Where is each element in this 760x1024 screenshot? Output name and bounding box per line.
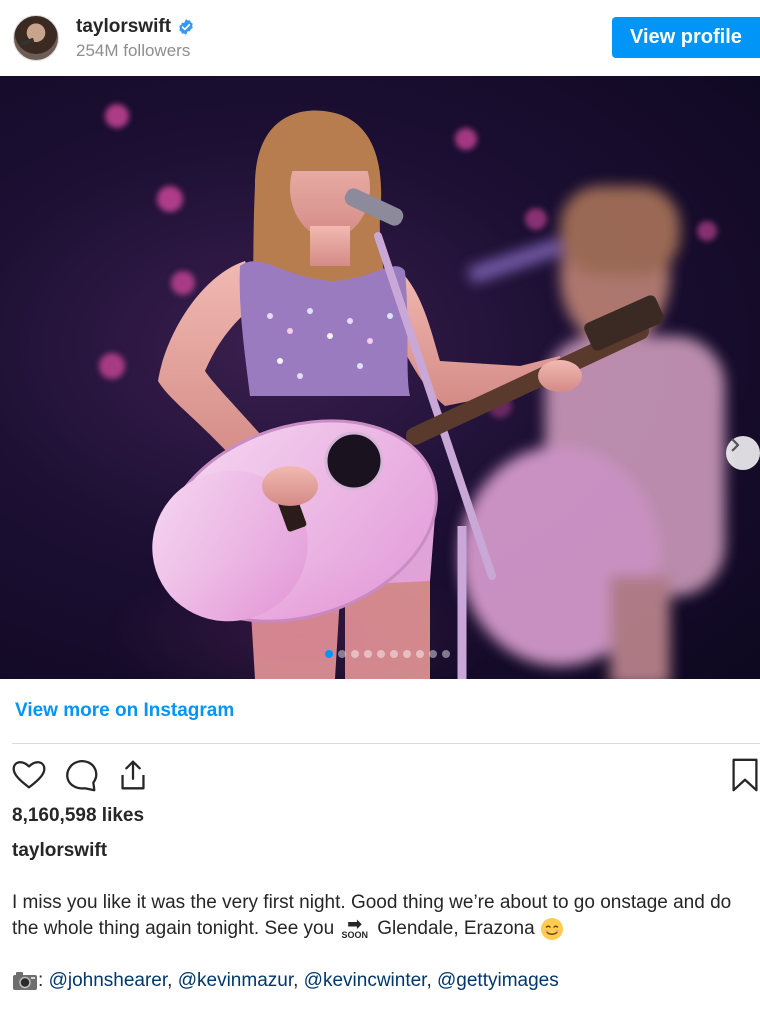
comment-icon[interactable] xyxy=(62,756,100,794)
mention-link[interactable]: @kevinmazur xyxy=(178,970,293,991)
carousel-dot xyxy=(403,650,411,658)
view-profile-button[interactable]: View profile xyxy=(612,17,760,58)
arrow-right-icon: ➡ xyxy=(347,914,363,935)
action-bar xyxy=(0,752,760,796)
view-more-link[interactable]: View more on Instagram xyxy=(15,700,234,722)
concert-photo-illustration xyxy=(99,104,725,679)
carousel-dot xyxy=(442,650,450,658)
camera-icon xyxy=(13,971,37,990)
bookmark-icon[interactable] xyxy=(726,756,760,794)
caption-part-2: Glendale, Erazona xyxy=(377,918,535,939)
carousel-dot xyxy=(364,650,372,658)
carousel-dot xyxy=(351,650,359,658)
username-row: taylorswift xyxy=(76,16,195,38)
carousel-indicator xyxy=(325,650,450,658)
post-photo[interactable] xyxy=(0,76,760,679)
follower-count: 254M followers xyxy=(76,41,191,60)
smiling-face-icon xyxy=(540,917,563,940)
username[interactable]: taylorswift xyxy=(76,16,171,38)
mention-link[interactable]: @kevincwinter xyxy=(304,970,427,991)
carousel-next-button[interactable] xyxy=(726,436,760,470)
share-icon[interactable] xyxy=(114,756,152,794)
soon-label: SOON xyxy=(341,930,368,941)
soon-arrow-emoji: ➡ SOON xyxy=(341,914,368,941)
credits-prefix: : xyxy=(38,970,49,991)
photo-credits: : @johnshearer, @kevinmazur, @kevincwint… xyxy=(12,968,752,994)
avatar-microphone-shape xyxy=(19,37,35,47)
carousel-dot xyxy=(325,650,333,658)
caption-username[interactable]: taylorswift xyxy=(12,840,107,862)
avatar[interactable] xyxy=(13,15,59,61)
divider xyxy=(12,743,760,744)
mention-link[interactable]: @johnshearer xyxy=(49,970,168,991)
like-count[interactable]: 8,160,598 likes xyxy=(12,805,144,827)
mention-link[interactable]: @gettyimages xyxy=(437,970,559,991)
carousel-dot xyxy=(377,650,385,658)
carousel-dot xyxy=(338,650,346,658)
heart-icon[interactable] xyxy=(10,756,48,794)
carousel-dot xyxy=(429,650,437,658)
caption-part-1: I miss you like it was the very first ni… xyxy=(12,892,732,939)
caption-text: I miss you like it was the very first ni… xyxy=(12,890,752,942)
background-performer xyxy=(460,186,725,679)
post-header: taylorswift 254M followers View profile xyxy=(0,0,760,76)
verified-badge-icon xyxy=(179,19,193,35)
chevron-right-icon xyxy=(731,438,740,452)
carousel-dot xyxy=(390,650,398,658)
carousel-dot xyxy=(416,650,424,658)
